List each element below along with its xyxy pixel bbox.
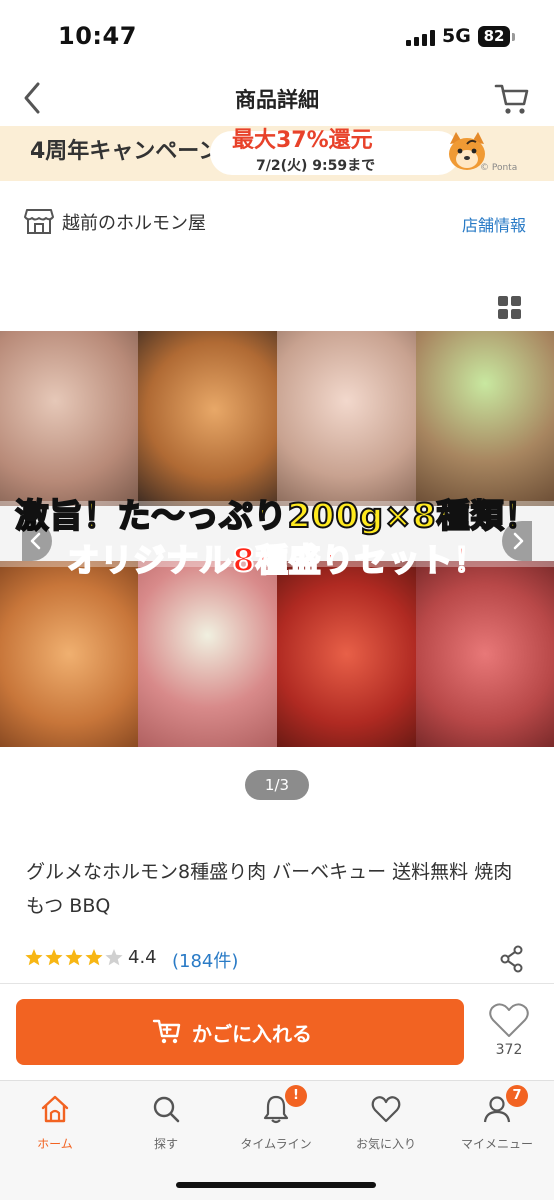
share-button[interactable] xyxy=(498,944,526,974)
photo-tile xyxy=(138,561,277,747)
carousel-prev-button[interactable] xyxy=(22,521,52,561)
chevron-right-icon xyxy=(513,532,524,550)
photo-tile xyxy=(0,561,138,747)
signal-icon xyxy=(406,30,436,46)
photo-tile xyxy=(277,331,416,506)
status-time: 10:47 xyxy=(58,22,137,50)
tab-label: 探す xyxy=(153,1137,178,1151)
cart-button[interactable] xyxy=(492,78,532,118)
favorite-button[interactable]: 372 xyxy=(486,1000,532,1062)
rating-row[interactable]: 4.4 (184件) xyxy=(24,944,534,974)
headline-sub: オリジナル8種盛りセット！ xyxy=(66,540,487,580)
photo-tile xyxy=(0,331,138,506)
page-title: 商品詳細 xyxy=(235,88,319,112)
star-icon xyxy=(105,949,123,966)
cart-icon xyxy=(494,84,529,114)
store-row[interactable]: 越前のホルモン屋 店舗情報 xyxy=(0,181,554,261)
share-icon xyxy=(500,945,523,973)
tab-home[interactable]: ホーム xyxy=(0,1093,110,1153)
count-badge: 7 xyxy=(506,1085,528,1107)
tab-label: ホーム xyxy=(37,1137,73,1151)
banner-date: 7/2(火) 9:59まで xyxy=(256,158,376,174)
star-icon xyxy=(25,949,43,966)
heart-icon xyxy=(489,1003,529,1037)
nav-header: 商品詳細 xyxy=(0,70,554,126)
store-info-link[interactable]: 店舗情報 xyxy=(462,212,526,236)
carousel-next-button[interactable] xyxy=(502,521,532,561)
photo-tile xyxy=(416,561,554,747)
banner-campaign: 4周年キャンペーン xyxy=(30,139,221,164)
product-title: グルメなホルモン8種盛り肉 バーベキュー 送料無料 焼肉 もつ BBQ xyxy=(26,861,513,917)
rating-value: 4.4 xyxy=(128,947,157,968)
carousel-pager: 1/3 xyxy=(245,770,309,800)
banner-deal: 最大37%還元 xyxy=(232,128,373,153)
home-icon xyxy=(41,1095,69,1123)
status-bar: 10:47 5G 82 xyxy=(0,0,554,70)
network-type: 5G xyxy=(442,25,471,47)
favorite-count: 372 xyxy=(495,1042,523,1058)
tab-label: お気に入り xyxy=(355,1137,416,1151)
star-icon xyxy=(85,949,103,966)
star-icon xyxy=(45,949,63,966)
heart-icon xyxy=(371,1096,401,1123)
tab-mymenu[interactable]: 7 マイメニュー xyxy=(442,1085,552,1153)
store-icon xyxy=(24,209,54,234)
banner-copyright: © Ponta xyxy=(480,163,518,173)
chevron-left-icon xyxy=(30,532,41,550)
product-headline: 激旨！た～っぷり200g×8種類！ オリジナル8種盛りセット！ xyxy=(8,489,546,580)
cart-icon xyxy=(152,1019,181,1044)
review-count[interactable]: (184件) xyxy=(172,947,238,973)
battery-icon: 82 xyxy=(478,26,510,47)
tab-search[interactable]: 探す xyxy=(111,1093,221,1153)
photo-tile xyxy=(277,561,416,747)
store-name[interactable]: 越前のホルモン屋 xyxy=(62,209,206,235)
rating-stars xyxy=(25,949,123,966)
tab-label: タイムライン xyxy=(240,1137,312,1151)
home-indicator xyxy=(176,1182,376,1188)
star-icon xyxy=(65,949,83,966)
notification-badge: ! xyxy=(285,1085,307,1107)
tab-favorites[interactable]: お気に入り xyxy=(331,1093,441,1153)
headline-main: 激旨！た～っぷり200g×8種類！ xyxy=(14,495,539,536)
photo-tile xyxy=(416,331,554,506)
search-icon xyxy=(153,1096,180,1123)
add-to-cart-button[interactable]: かごに入れる xyxy=(16,999,464,1065)
battery-tip xyxy=(512,33,515,41)
product-image-carousel[interactable]: 激旨！た～っぷり200g×8種類！ オリジナル8種盛りセット！ xyxy=(0,331,554,747)
add-to-cart-label: かごに入れる xyxy=(192,1022,312,1046)
photo-tile xyxy=(138,331,277,506)
divider xyxy=(0,983,554,984)
tab-timeline[interactable]: ! タイムライン xyxy=(221,1085,331,1153)
grid-view-icon[interactable] xyxy=(498,296,522,320)
tab-label: マイメニュー xyxy=(460,1137,533,1151)
campaign-banner[interactable]: 4周年キャンペーン 最大37%還元 7/2(火) 9:59まで © Ponta xyxy=(0,126,554,181)
